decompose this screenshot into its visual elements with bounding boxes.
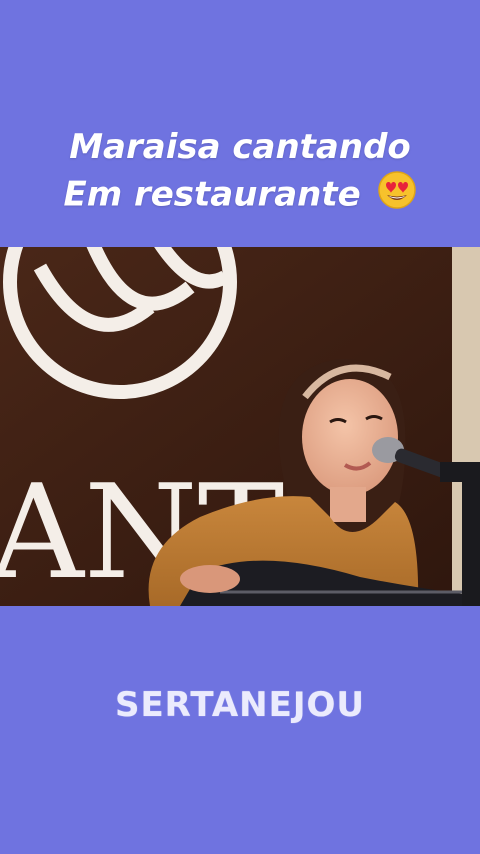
- heart-eyes-emoji-icon: [377, 170, 417, 222]
- video-scene: ANT: [0, 247, 480, 606]
- video-frame[interactable]: ANT: [0, 247, 480, 606]
- caption-line-2: Em restaurante: [0, 170, 480, 222]
- watermark-label: SERTANEJOU: [114, 685, 366, 725]
- caption-line-1: Maraisa cantando: [69, 127, 411, 167]
- caption: Maraisa cantando Em restaurante: [0, 124, 480, 222]
- caption-line-2-text: Em restaurante: [63, 174, 361, 215]
